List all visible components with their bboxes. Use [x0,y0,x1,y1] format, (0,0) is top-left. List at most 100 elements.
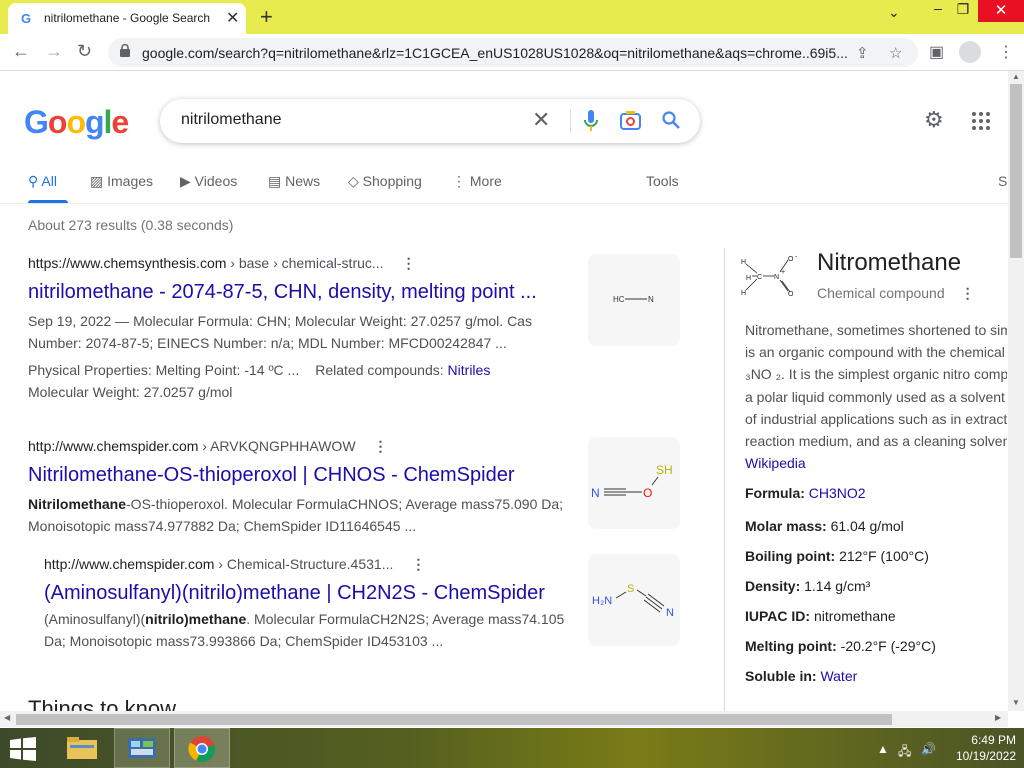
result-thumbnail[interactable]: N O SH [588,437,680,529]
voice-search-mic-icon[interactable] [584,110,598,132]
result-options-icon[interactable]: ⋮ [411,556,425,573]
result-options-icon[interactable]: ⋮ [374,438,388,455]
volume-icon[interactable]: 🔊 [921,742,936,756]
kp-fact-boiling-point: Boiling point: 212°F (100°C) [745,548,929,564]
menu-kebab-icon[interactable]: ⋮ [998,42,1014,62]
tools-button[interactable]: Tools [646,173,679,189]
search-result: https://www.chemsynthesis.com › base › c… [28,255,568,403]
new-tab-button[interactable]: + [260,4,273,30]
side-panel-icon[interactable]: ▣ [929,42,944,62]
chrome-taskbar-button[interactable] [174,728,230,768]
forward-arrow-icon[interactable]: → [45,41,63,62]
svg-text:N: N [666,607,674,619]
nitromethane-structure-image[interactable]: HHH C N+ OO- [740,252,798,300]
network-icon[interactable]: 🖧 [898,742,911,763]
browser-toolbar: ← → ↻ google.com/search?q=nitrilomethane… [0,34,1024,71]
show-hidden-icons-chevron-icon[interactable]: ▲ [877,742,889,756]
result-cite[interactable]: https://www.chemsynthesis.com › base › c… [28,255,568,272]
result-options-icon[interactable]: ⋮ [402,255,416,272]
knowledge-panel-divider [724,248,725,718]
svg-text:O: O [788,291,794,298]
scroll-left-arrow-icon[interactable]: ◀ [4,713,10,722]
search-input[interactable]: nitrilomethane [181,111,282,129]
tab-search-chevron-icon[interactable]: ⌄ [888,4,900,26]
lock-icon [120,44,130,57]
profile-avatar[interactable] [959,41,981,63]
settings-gear-icon[interactable]: ⚙ [924,107,944,133]
control-panel-icon [128,738,156,758]
svg-text:HC: HC [613,295,625,304]
google-apps-grid-icon[interactable] [972,112,990,130]
kp-fact-iupac-id: IUPAC ID: nitromethane [745,608,896,624]
result-snippet: Sep 19, 2022 — Molecular Formula: CHN; M… [28,313,532,351]
tab-all[interactable]: ⚲ All [28,173,57,190]
windows-taskbar: ▲ 🖧 🔊 6:49 PM 10/19/2022 [0,728,1024,768]
scroll-down-arrow-icon[interactable]: ▼ [1012,698,1020,707]
result-title-link[interactable]: nitrilomethane - 2074-87-5, CHN, density… [28,281,568,304]
kp-fact-molar-mass: Molar mass: 61.04 g/mol [745,518,904,534]
chnos-structure-image: N O SH [591,463,673,500]
result-thumbnail[interactable]: HC N [588,254,680,346]
close-window-button[interactable]: ✕ [978,0,1024,22]
search-icon[interactable] [662,111,680,129]
horizontal-scrollbar-thumb[interactable] [16,714,892,725]
windows-start-icon[interactable] [8,737,38,761]
vertical-scrollbar-thumb[interactable] [1010,84,1022,258]
tab-videos[interactable]: ▶ Videos [180,173,237,190]
minimize-button[interactable]: – [928,0,948,22]
kp-fact-formula: Formula: CH3NO2 [745,485,866,501]
back-arrow-icon[interactable]: ← [12,41,30,62]
browser-tab[interactable]: G nitrilomethane - Google Search ✕ [8,3,246,34]
svg-text:H: H [746,275,751,282]
tab-images[interactable]: ▨ Images [90,173,153,190]
image-icon: ▨ [90,173,104,189]
search-box[interactable]: nitrilomethane ✕ [160,99,700,143]
lens-camera-icon[interactable] [620,111,641,130]
tab-shopping[interactable]: ◇ Shopping [348,173,422,190]
nitriles-link[interactable]: Nitriles [448,362,491,378]
tab-safesearch-cut[interactable]: S [998,173,1007,189]
search-result: http://www.chemspider.com › Chemical-Str… [44,556,574,652]
svg-text:SH: SH [656,463,673,477]
taskbar-clock[interactable]: 6:49 PM 10/19/2022 [946,732,1016,764]
svg-text:N: N [591,486,600,500]
svg-text:O: O [643,486,652,500]
result-cite[interactable]: http://www.chemspider.com › Chemical-Str… [44,556,574,573]
kp-options-icon[interactable]: ⋮ [961,285,975,301]
scroll-right-arrow-icon[interactable]: ▶ [995,713,1001,722]
nav-divider [0,203,1008,204]
knowledge-panel-description: Nitromethane, sometimes shortened to sim… [745,322,1007,450]
search-divider [570,109,571,133]
video-icon: ▶ [180,173,191,189]
google-logo[interactable]: Google [24,104,129,141]
tag-icon: ◇ [348,173,359,189]
water-link[interactable]: Water [820,668,857,684]
result-attributes: Physical Properties: Melting Point: -14 … [28,362,491,400]
address-bar[interactable]: google.com/search?q=nitrilomethane&rlz=1… [108,38,918,67]
control-panel-button[interactable] [114,728,170,768]
url-text: google.com/search?q=nitrilomethane&rlz=1… [142,45,848,61]
news-icon: ▤ [268,173,282,189]
hcn-structure-image: HC N [613,295,654,304]
tab-news[interactable]: ▤ News [268,173,320,190]
wikipedia-link[interactable]: Wikipedia [745,455,806,471]
result-stats: About 273 results (0.38 seconds) [28,217,234,233]
file-explorer-button[interactable] [56,728,112,768]
svg-text:H: H [741,259,746,266]
result-title-link[interactable]: (Aminosulfanyl)(nitrilo)methane | CH2N2S… [44,582,574,605]
svg-text:C: C [757,274,762,281]
clear-search-icon[interactable]: ✕ [532,107,550,133]
result-thumbnail[interactable]: H₂N S N [588,554,680,646]
svg-text:H₂N: H₂N [592,595,612,607]
bookmark-star-icon[interactable]: ☆ [889,44,902,62]
scroll-up-arrow-icon[interactable]: ▲ [1012,72,1020,81]
restore-button[interactable]: ❐ [953,1,973,23]
tab-close-icon[interactable]: ✕ [226,8,239,28]
more-dots-icon: ⋮ [452,173,466,189]
share-icon[interactable]: ⇪ [856,44,869,62]
result-title-link[interactable]: Nitrilomethane-OS-thioperoxol | CHNOS - … [28,464,573,487]
reload-icon[interactable]: ↻ [77,41,92,62]
svg-text:O: O [788,256,794,263]
tab-more[interactable]: ⋮ More [452,173,502,190]
result-cite[interactable]: http://www.chemspider.com › ARVKQNGPHHAW… [28,438,573,455]
